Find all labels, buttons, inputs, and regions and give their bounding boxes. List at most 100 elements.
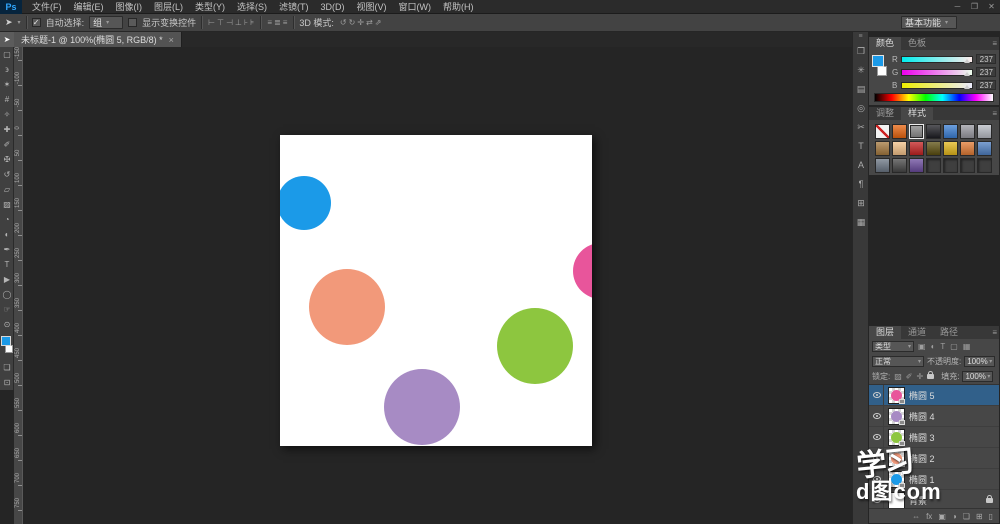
visibility-eye-icon[interactable] bbox=[873, 413, 881, 419]
3d-mode-icon-1[interactable]: ↻ bbox=[348, 18, 357, 27]
menu-item-帮助[interactable]: 帮助(H) bbox=[437, 0, 480, 14]
align-icon-3[interactable]: ⊥ bbox=[234, 18, 243, 27]
minimize-button[interactable]: ─ bbox=[949, 0, 966, 14]
screen-mode[interactable]: ⊡ bbox=[0, 375, 14, 390]
blue-circle[interactable] bbox=[280, 176, 331, 230]
brush-tool[interactable]: ✐ bbox=[0, 137, 14, 152]
character-styles-panel-icon[interactable]: A bbox=[853, 156, 869, 175]
histogram-panel-icon[interactable]: ▤ bbox=[853, 80, 869, 99]
layer-row-椭圆 4[interactable]: 椭圆 4 bbox=[869, 406, 999, 427]
menu-item-窗口[interactable]: 窗口(W) bbox=[393, 0, 438, 14]
info-panel-icon[interactable]: ⊞ bbox=[853, 194, 869, 213]
shape-tool[interactable]: ◯ bbox=[0, 287, 14, 302]
adjustments-panel-icon[interactable]: ✳ bbox=[853, 61, 869, 80]
restore-button[interactable]: ❐ bbox=[966, 0, 983, 14]
distribute-icon-0[interactable]: ≡ bbox=[266, 18, 273, 27]
style-swatch-13[interactable] bbox=[977, 141, 992, 156]
salmon-circle[interactable] bbox=[309, 269, 385, 345]
style-swatch-5[interactable] bbox=[960, 124, 975, 139]
style-swatch-18[interactable] bbox=[943, 158, 958, 173]
show-transform-checkbox[interactable] bbox=[128, 18, 137, 27]
eyedropper-tool[interactable]: ✧ bbox=[0, 107, 14, 122]
clone-stamp-tool[interactable]: ✠ bbox=[0, 152, 14, 167]
channel-G-slider[interactable] bbox=[901, 69, 973, 76]
gradient-tool[interactable]: ▨ bbox=[0, 197, 14, 212]
layer-filter-icon-4[interactable]: ▦ bbox=[962, 342, 972, 351]
layer-row-椭圆 1[interactable]: 椭圆 1 bbox=[869, 469, 999, 490]
style-swatch-7[interactable] bbox=[875, 141, 890, 156]
style-swatch-14[interactable] bbox=[875, 158, 890, 173]
document-tab[interactable]: 未标题-1 @ 100%(椭圆 5, RGB/8) * × bbox=[14, 32, 182, 47]
style-swatch-10[interactable] bbox=[926, 141, 941, 156]
green-circle[interactable] bbox=[497, 308, 573, 384]
distribute-icon-2[interactable]: ≡ bbox=[282, 18, 289, 27]
menu-item-图层[interactable]: 图层(L) bbox=[148, 0, 189, 14]
menu-item-文件[interactable]: 文件(F) bbox=[26, 0, 68, 14]
style-swatch-1[interactable] bbox=[892, 124, 907, 139]
fill-value[interactable]: 100%▾ bbox=[962, 371, 993, 382]
tab-close-icon[interactable]: × bbox=[169, 35, 174, 45]
layer-filter-icon-0[interactable]: ▣ bbox=[917, 342, 927, 351]
layer-filter-icon-3[interactable]: ▢ bbox=[949, 342, 959, 351]
quick-mask-mode[interactable]: ❏ bbox=[0, 360, 14, 375]
history-panel-icon[interactable]: ❐ bbox=[853, 42, 869, 61]
move-tool[interactable]: ➤ bbox=[0, 32, 14, 47]
distribute-icon-1[interactable]: ≣ bbox=[273, 18, 282, 27]
channel-G-slider-thumb[interactable] bbox=[964, 72, 970, 76]
layer-thumbnail[interactable] bbox=[888, 387, 905, 404]
color-tab-颜色[interactable]: 颜色 bbox=[869, 37, 901, 50]
style-swatch-9[interactable] bbox=[909, 141, 924, 156]
new-layer-icon[interactable]: ⊞ bbox=[976, 512, 983, 521]
menu-item-类型[interactable]: 类型(Y) bbox=[189, 0, 231, 14]
channel-R-value[interactable]: 237 bbox=[976, 54, 996, 64]
history-brush-tool[interactable]: ↺ bbox=[0, 167, 14, 182]
layer-row-椭圆 3[interactable]: 椭圆 3 bbox=[869, 427, 999, 448]
tool-preset-caret-icon[interactable]: ▾ bbox=[18, 19, 21, 26]
menu-item-滤镜[interactable]: 滤镜(T) bbox=[273, 0, 315, 14]
layer-filter-icon-1[interactable]: ◐ bbox=[930, 342, 937, 351]
visibility-eye-icon[interactable] bbox=[873, 476, 881, 482]
channel-R-slider-thumb[interactable] bbox=[964, 59, 970, 63]
color-spectrum-ramp[interactable] bbox=[874, 93, 994, 102]
layer-thumbnail[interactable] bbox=[888, 408, 905, 425]
workspace-switcher[interactable]: 基本功能▾ bbox=[901, 16, 957, 29]
layers-tab-图层[interactable]: 图层 bbox=[869, 326, 901, 339]
align-icon-5[interactable]: ⊧ bbox=[249, 18, 255, 27]
visibility-eye-icon[interactable] bbox=[873, 455, 881, 461]
blur-tool[interactable]: ◔ bbox=[0, 212, 14, 227]
background-color-swatch[interactable] bbox=[5, 345, 13, 353]
opacity-value[interactable]: 100%▾ bbox=[964, 356, 995, 367]
menu-item-3D[interactable]: 3D(D) bbox=[315, 0, 351, 14]
channel-B-value[interactable]: 237 bbox=[976, 80, 996, 90]
visibility-eye-icon[interactable] bbox=[873, 392, 881, 398]
style-swatch-17[interactable] bbox=[926, 158, 941, 173]
3d-mode-icon-4[interactable]: ⇗ bbox=[374, 18, 383, 27]
style-swatch-2[interactable] bbox=[909, 124, 924, 139]
color-panel-menu-icon[interactable]: ≡ bbox=[992, 37, 997, 50]
menu-item-选择[interactable]: 选择(S) bbox=[231, 0, 273, 14]
healing-brush-tool[interactable]: ✚ bbox=[0, 122, 14, 137]
style-swatch-19[interactable] bbox=[960, 158, 975, 173]
layers-panel-menu-icon[interactable]: ≡ bbox=[992, 326, 997, 339]
layer-mask-icon[interactable]: ▣ bbox=[938, 512, 946, 521]
style-swatch-15[interactable] bbox=[892, 158, 907, 173]
align-icon-0[interactable]: ⊢ bbox=[207, 18, 216, 27]
layer-thumbnail[interactable] bbox=[888, 492, 905, 509]
auto-select-checkbox[interactable]: ✓ bbox=[32, 18, 41, 27]
navigator-panel-icon[interactable]: ◎ bbox=[853, 99, 869, 118]
layer-row-椭圆 5[interactable]: 椭圆 5 bbox=[869, 385, 999, 406]
align-icon-1[interactable]: ⊤ bbox=[216, 18, 225, 27]
layer-group-icon[interactable]: ❏ bbox=[963, 512, 970, 521]
expand-panels-icon[interactable]: ≡ bbox=[853, 32, 868, 42]
visibility-eye-icon[interactable] bbox=[873, 497, 881, 503]
align-icon-2[interactable]: ⊣ bbox=[225, 18, 234, 27]
style-swatch-20[interactable] bbox=[977, 158, 992, 173]
channel-G-value[interactable]: 237 bbox=[976, 67, 996, 77]
styles-tab-调整[interactable]: 调整 bbox=[869, 107, 901, 120]
lock-all-icon[interactable] bbox=[927, 374, 934, 379]
layers-tab-路径[interactable]: 路径 bbox=[933, 326, 965, 339]
paragraph-panel-icon[interactable]: ¶ bbox=[853, 175, 869, 194]
document-canvas[interactable] bbox=[280, 135, 592, 446]
quick-selection-tool[interactable]: ✶ bbox=[0, 77, 14, 92]
layer-row-椭圆 2[interactable]: 椭圆 2 bbox=[869, 448, 999, 469]
